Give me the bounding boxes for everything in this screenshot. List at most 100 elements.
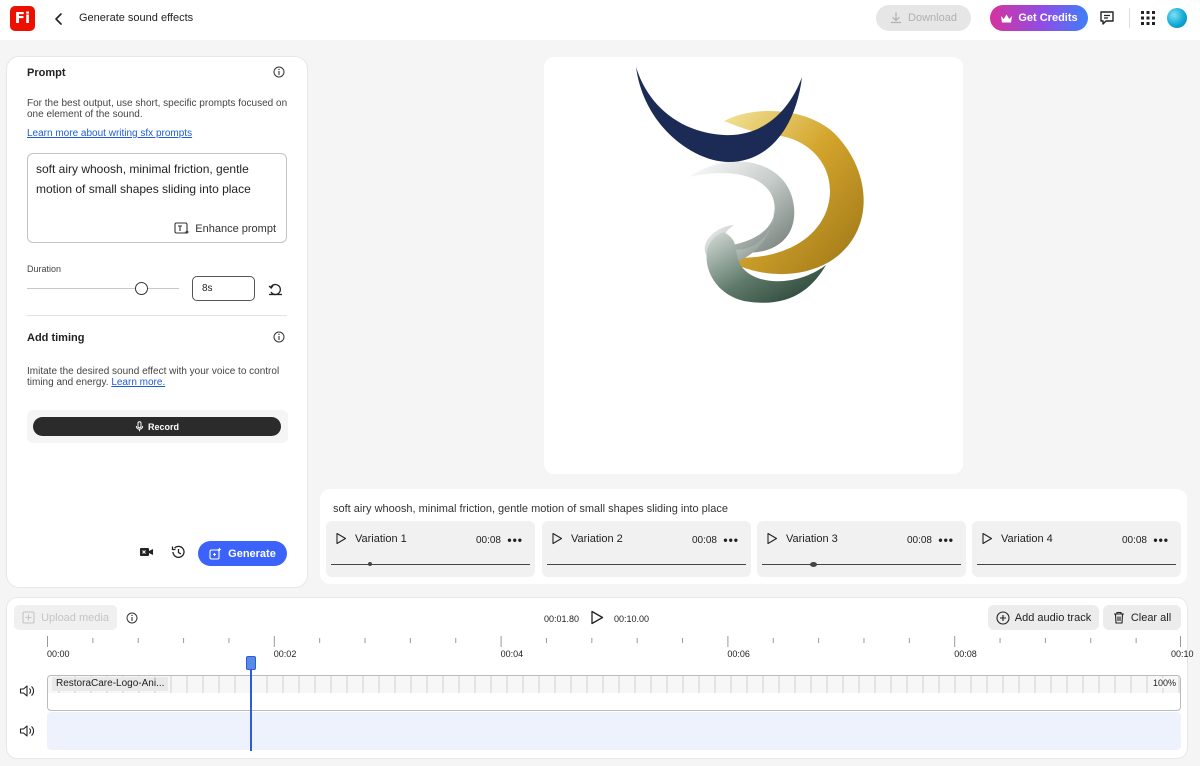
upload-media-button[interactable]: Upload media — [14, 605, 117, 630]
clip-name: RestoraCare-Logo-Ani... — [52, 677, 169, 691]
add-circle-icon — [996, 610, 1010, 625]
play-icon[interactable] — [766, 532, 778, 545]
video-clip[interactable]: RestoraCare-Logo-Ani... 100% — [47, 675, 1181, 711]
prompt-text[interactable]: soft airy whoosh, minimal friction, gent… — [36, 159, 276, 199]
get-credits-button[interactable]: Get Credits — [990, 5, 1088, 31]
page-title: Generate sound effects — [79, 12, 194, 24]
record-button[interactable]: Record — [33, 417, 281, 436]
play-icon[interactable] — [551, 532, 563, 545]
variation-name: Variation 1 — [355, 533, 407, 545]
waveform — [977, 564, 1176, 565]
variation-name: Variation 3 — [786, 533, 838, 545]
crown-icon — [1001, 14, 1013, 22]
variation-duration: 00:08 — [906, 535, 932, 546]
user-avatar[interactable] — [1167, 8, 1187, 28]
add-audio-track-button[interactable]: Add audio track — [988, 605, 1099, 630]
add-audio-track-label: Add audio track — [1014, 611, 1092, 624]
waveform-marker — [810, 562, 817, 567]
prompt-section-title: Prompt — [27, 67, 66, 79]
prompt-info-icon[interactable] — [273, 66, 285, 78]
duration-input[interactable]: 8s — [192, 276, 255, 301]
get-credits-label: Get Credits — [1018, 12, 1078, 24]
variations-panel: soft airy whoosh, minimal friction, gent… — [320, 489, 1187, 584]
video-audio-icon[interactable] — [139, 546, 154, 558]
more-options-icon[interactable]: ••• — [723, 533, 739, 547]
record-area: Record — [27, 410, 288, 443]
waveform-marker — [368, 562, 372, 566]
play-icon[interactable] — [335, 532, 347, 545]
more-options-icon[interactable]: ••• — [1153, 533, 1169, 547]
firefly-logo[interactable]: Fi — [10, 6, 35, 31]
header-divider — [1129, 8, 1130, 28]
variation-card-1[interactable]: Variation 1 00:08 ••• — [326, 521, 535, 577]
download-icon — [890, 12, 902, 24]
history-icon[interactable] — [170, 544, 186, 560]
variation-card-3[interactable]: Variation 3 00:08 ••• — [757, 521, 966, 577]
variation-name: Variation 4 — [1001, 533, 1053, 545]
enhance-icon — [174, 222, 190, 234]
prompt-helper-text: For the best output, use short, specific… — [27, 98, 288, 120]
generate-label: Generate — [228, 547, 276, 560]
timing-section-title: Add timing — [27, 332, 85, 344]
tick-label: 00:06 — [727, 649, 750, 659]
timing-helper: Imitate the desired sound effect with yo… — [27, 366, 289, 388]
variation-card-4[interactable]: Variation 4 00:08 ••• — [972, 521, 1181, 577]
timing-info-icon[interactable] — [273, 331, 285, 343]
more-options-icon[interactable]: ••• — [938, 533, 954, 547]
video-preview — [544, 57, 963, 474]
prompt-textarea[interactable]: soft airy whoosh, minimal friction, gent… — [27, 153, 287, 243]
playhead-line — [250, 666, 252, 751]
timeline-play-icon[interactable] — [590, 610, 604, 625]
variation-name: Variation 2 — [571, 533, 623, 545]
generate-icon — [209, 547, 222, 560]
prompt-panel: Prompt For the best output, use short, s… — [7, 57, 307, 587]
timeline-ruler[interactable] — [47, 636, 1181, 658]
microphone-icon — [135, 421, 144, 432]
play-icon[interactable] — [981, 532, 993, 545]
logo-preview-image — [636, 67, 864, 303]
download-button[interactable]: Download — [876, 5, 971, 31]
back-arrow-icon[interactable] — [50, 10, 68, 28]
waveform — [331, 564, 530, 565]
playhead-handle[interactable] — [246, 656, 257, 670]
trash-icon — [1113, 611, 1124, 624]
feedback-icon[interactable] — [1098, 9, 1116, 27]
variation-duration: 00:08 — [1121, 535, 1147, 546]
duration-slider-track[interactable] — [27, 288, 179, 289]
tick-label: 00:08 — [954, 649, 977, 659]
section-divider — [27, 315, 287, 316]
clip-thumbnails — [48, 676, 1180, 693]
clear-all-label: Clear all — [1130, 611, 1172, 624]
variation-duration: 00:08 — [691, 535, 717, 546]
enhance-prompt-label: Enhance prompt — [195, 222, 276, 235]
download-label: Download — [908, 12, 957, 24]
duration-slider-thumb[interactable] — [135, 282, 148, 295]
variation-duration: 00:08 — [475, 535, 501, 546]
total-time: 00:10.00 — [614, 614, 650, 624]
volume-icon[interactable] — [19, 684, 35, 698]
tick-label: 00:04 — [500, 649, 524, 659]
upload-media-label: Upload media — [41, 611, 109, 624]
learn-sfx-prompts-link[interactable]: Learn more about writing sfx prompts — [27, 128, 289, 139]
tick-label: 00:00 — [47, 649, 70, 659]
variation-card-2[interactable]: Variation 2 00:08 ••• — [542, 521, 751, 577]
upload-info-icon[interactable] — [126, 612, 138, 624]
apps-grid-icon[interactable] — [1139, 9, 1157, 27]
enhance-prompt-button[interactable]: Enhance prompt — [174, 222, 276, 235]
current-time: 00:01.80 — [544, 614, 580, 624]
tick-label: 00:10 — [1171, 649, 1194, 659]
timing-learn-more-link[interactable]: Learn more. — [111, 377, 165, 388]
volume-icon[interactable] — [19, 724, 35, 738]
duration-label: Duration — [27, 264, 62, 274]
top-bar: Fi Generate sound effects Download Get C… — [0, 0, 1200, 40]
variations-prompt: soft airy whoosh, minimal friction, gent… — [333, 503, 728, 515]
audio-track-row[interactable] — [47, 712, 1181, 750]
timeline-panel: Upload media 00:01.80 00:10.00 Add audio… — [7, 598, 1194, 758]
clear-all-button[interactable]: Clear all — [1103, 605, 1181, 630]
record-label: Record — [147, 421, 179, 432]
clip-zoom: 100% — [1151, 678, 1177, 688]
reset-duration-icon[interactable] — [268, 282, 283, 296]
more-options-icon[interactable]: ••• — [507, 533, 523, 547]
generate-button[interactable]: Generate — [198, 541, 287, 566]
tick-label: 00:02 — [273, 649, 297, 659]
